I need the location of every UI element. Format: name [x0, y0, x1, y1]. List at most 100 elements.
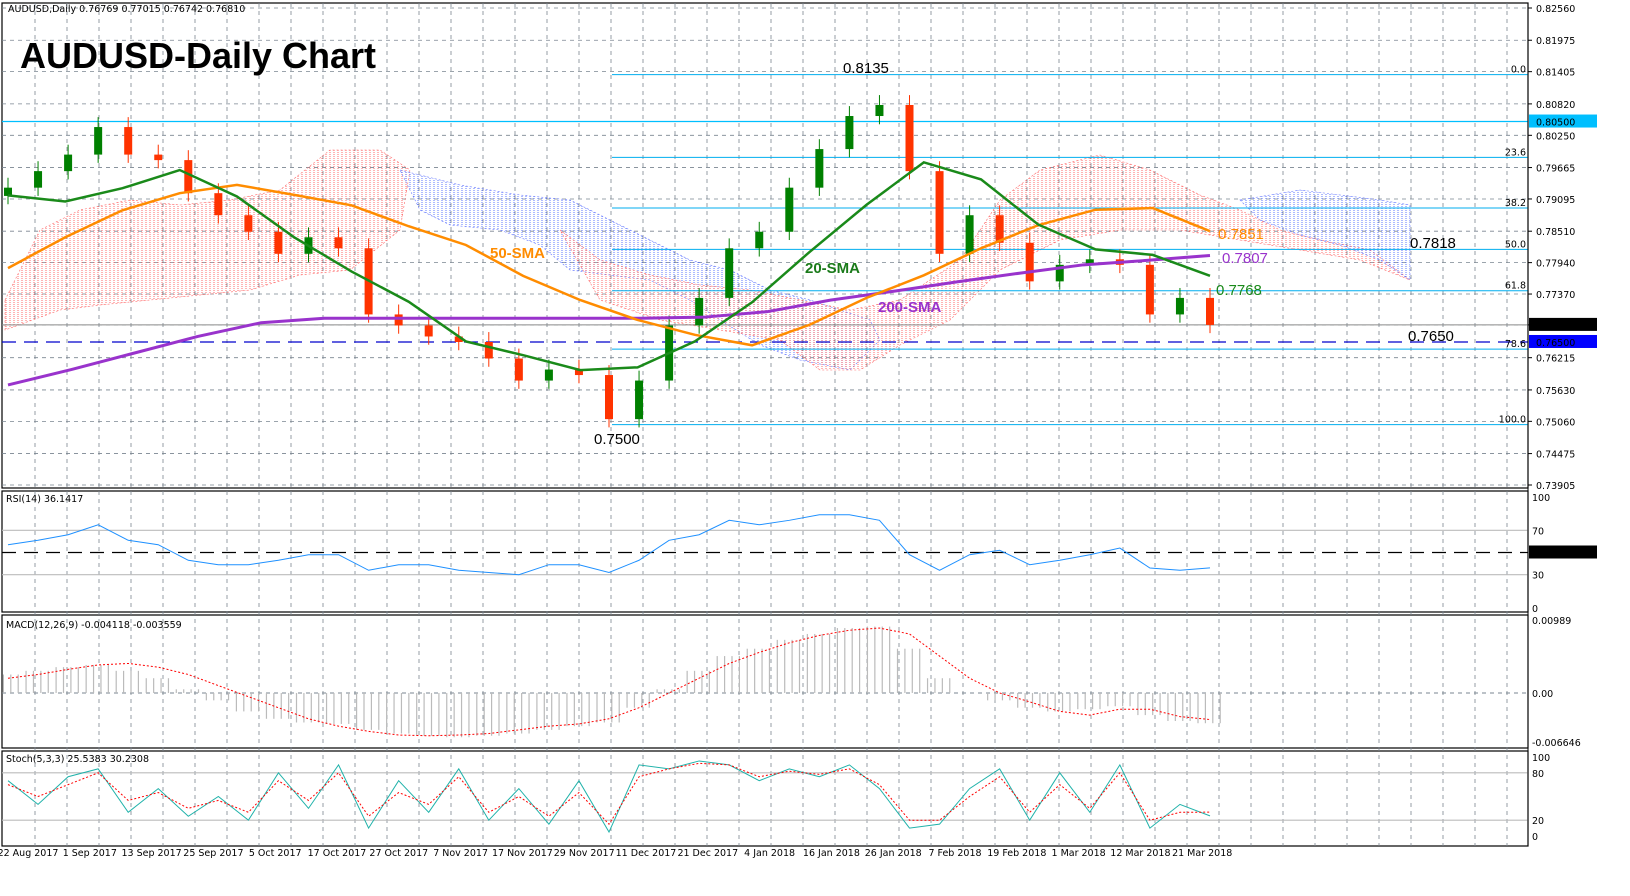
fib-level-label: 50.0 — [1505, 239, 1526, 250]
rsi-panel — [2, 514, 1528, 576]
date-tick-label: 26 Jan 2018 — [865, 848, 922, 859]
candle-body — [605, 375, 613, 420]
date-tick-label: 19 Feb 2018 — [987, 848, 1046, 859]
date-tick-label: 22 Aug 2017 — [0, 848, 58, 859]
candle-body — [94, 127, 103, 155]
macd-tick-label: -0.006646 — [1532, 738, 1581, 749]
rsi-line — [7, 514, 1211, 576]
candle-body — [64, 154, 73, 172]
stoch-tick-label: 80 — [1532, 769, 1544, 780]
candle-body — [845, 116, 854, 150]
candle-body — [334, 237, 343, 249]
current-price-tag-label: 0.76810 — [1536, 321, 1575, 332]
stoch-k-line — [7, 760, 1211, 834]
chart-title: AUDUSD-Daily Chart — [20, 35, 376, 76]
date-tick-label: 11 Dec 2017 — [616, 848, 677, 859]
candle-body — [1145, 264, 1154, 315]
price-tick-label: 0.74475 — [1536, 450, 1575, 461]
price-tick-label: 0.80820 — [1536, 100, 1575, 111]
date-tick-label: 1 Mar 2018 — [1052, 848, 1106, 859]
date-tick-label: 5 Oct 2017 — [249, 848, 302, 859]
rsi-tick-label: 30 — [1532, 571, 1544, 582]
candle-body — [875, 104, 884, 117]
stoch-tick-label: 20 — [1532, 816, 1544, 827]
price-tick-label: 0.81405 — [1536, 68, 1575, 79]
price-tick-label: 0.82560 — [1536, 4, 1575, 15]
stoch-title: Stoch(5,3,3) 25.5383 30.2308 — [6, 754, 149, 765]
candle-body — [1025, 242, 1034, 282]
candle-body — [1206, 297, 1214, 325]
date-tick-label: 1 Sep 2017 — [63, 848, 117, 859]
panel-frame — [1, 614, 1529, 749]
fib-level-label: 23.6 — [1505, 147, 1526, 158]
candle-body — [34, 171, 43, 188]
rsi-tick-label: 0 — [1532, 604, 1538, 615]
date-tick-label: 13 Sep 2017 — [121, 848, 181, 859]
macd-title: MACD(12,26,9) -0.004118 -0.003559 — [6, 620, 182, 631]
price-tick-label: 0.75060 — [1536, 417, 1575, 428]
price-tick-label: 0.77370 — [1536, 290, 1575, 301]
price-tick-label: 0.73905 — [1536, 481, 1575, 492]
fib-level-label: 0.0 — [1511, 65, 1526, 76]
macd-panel — [2, 626, 1528, 738]
candle-body — [244, 215, 253, 232]
panel-frame — [1, 490, 1529, 613]
support-tag-label: 0.76500 — [1536, 338, 1575, 349]
sma20-label: 20-SMA — [805, 260, 860, 277]
candle-body — [905, 104, 914, 172]
candle-body — [154, 154, 163, 161]
rsi-tick-label: 100 — [1532, 493, 1550, 504]
price-tick-label: 0.80250 — [1536, 131, 1575, 142]
low-label: 0.7500 — [594, 431, 640, 448]
candle-body — [695, 297, 704, 326]
macd-signal-line — [7, 627, 1211, 737]
date-tick-label: 16 Jan 2018 — [803, 848, 860, 859]
stoch-tick-label: 100 — [1532, 753, 1550, 764]
price-tick-label: 0.75630 — [1536, 386, 1575, 397]
price-tick-label: 0.79665 — [1536, 164, 1575, 175]
candle-body — [965, 215, 974, 254]
chart-canvas: 0.0 23.6 38.2 50.0 61.8 78.6 100.0 0.82560 0.81… — [0, 2, 1597, 859]
date-tick-label: 7 Nov 2017 — [433, 848, 488, 859]
cloud-red-1 — [4, 149, 411, 331]
candle-body — [214, 193, 223, 216]
price-tick-label: 0.81975 — [1536, 36, 1575, 47]
candle-body — [785, 187, 794, 232]
date-tick-label: 21 Mar 2018 — [1172, 848, 1232, 859]
candle-body — [725, 248, 734, 298]
candle-body — [935, 171, 944, 254]
candle-body — [815, 149, 824, 188]
price-tick-label: 0.77940 — [1536, 259, 1575, 270]
sma20-value: 0.7768 — [1216, 282, 1262, 299]
panel-frame — [1, 750, 1529, 847]
fib-level-label: 38.2 — [1505, 198, 1526, 209]
high-label: 0.8135 — [843, 60, 889, 77]
candle-body — [424, 325, 433, 337]
candle-body — [124, 127, 133, 155]
candle-body — [544, 369, 553, 381]
candle-body — [484, 341, 493, 359]
fib-level-label: 61.8 — [1505, 281, 1526, 292]
axes: 0.82560 0.81975 0.81405 0.80820 0.80250 0.796… — [0, 3, 1597, 859]
symbol-info: AUDUSD,Daily 0.76769 0.77015 0.76742 0.7… — [8, 4, 245, 15]
candle-body — [755, 231, 764, 249]
fib-level-label: 100.0 — [1499, 415, 1526, 426]
candle-body — [1175, 297, 1184, 315]
rsi-tick-label: 50.0000 — [1534, 549, 1573, 560]
rsi-title: RSI(14) 36.1417 — [6, 494, 83, 505]
date-tick-label: 4 Jan 2018 — [744, 848, 795, 859]
date-tick-label: 12 Mar 2018 — [1110, 848, 1170, 859]
date-tick-label: 17 Nov 2017 — [492, 848, 553, 859]
macd-tick-label: 0.00 — [1532, 689, 1553, 700]
fib50-value: 0.7818 — [1410, 235, 1456, 252]
date-tick-label: 27 Oct 2017 — [369, 848, 428, 859]
resistance-tag-label: 0.80500 — [1536, 118, 1575, 129]
sma200-value: 0.7807 — [1222, 250, 1268, 267]
sma50-value: 0.7851 — [1218, 226, 1264, 243]
candle-body — [514, 358, 523, 381]
candle-body — [635, 380, 644, 420]
fib-level-label: 78.6 — [1505, 339, 1526, 350]
date-tick-label: 25 Sep 2017 — [183, 848, 243, 859]
date-tick-label: 7 Feb 2018 — [928, 848, 981, 859]
candle-body — [394, 314, 403, 326]
